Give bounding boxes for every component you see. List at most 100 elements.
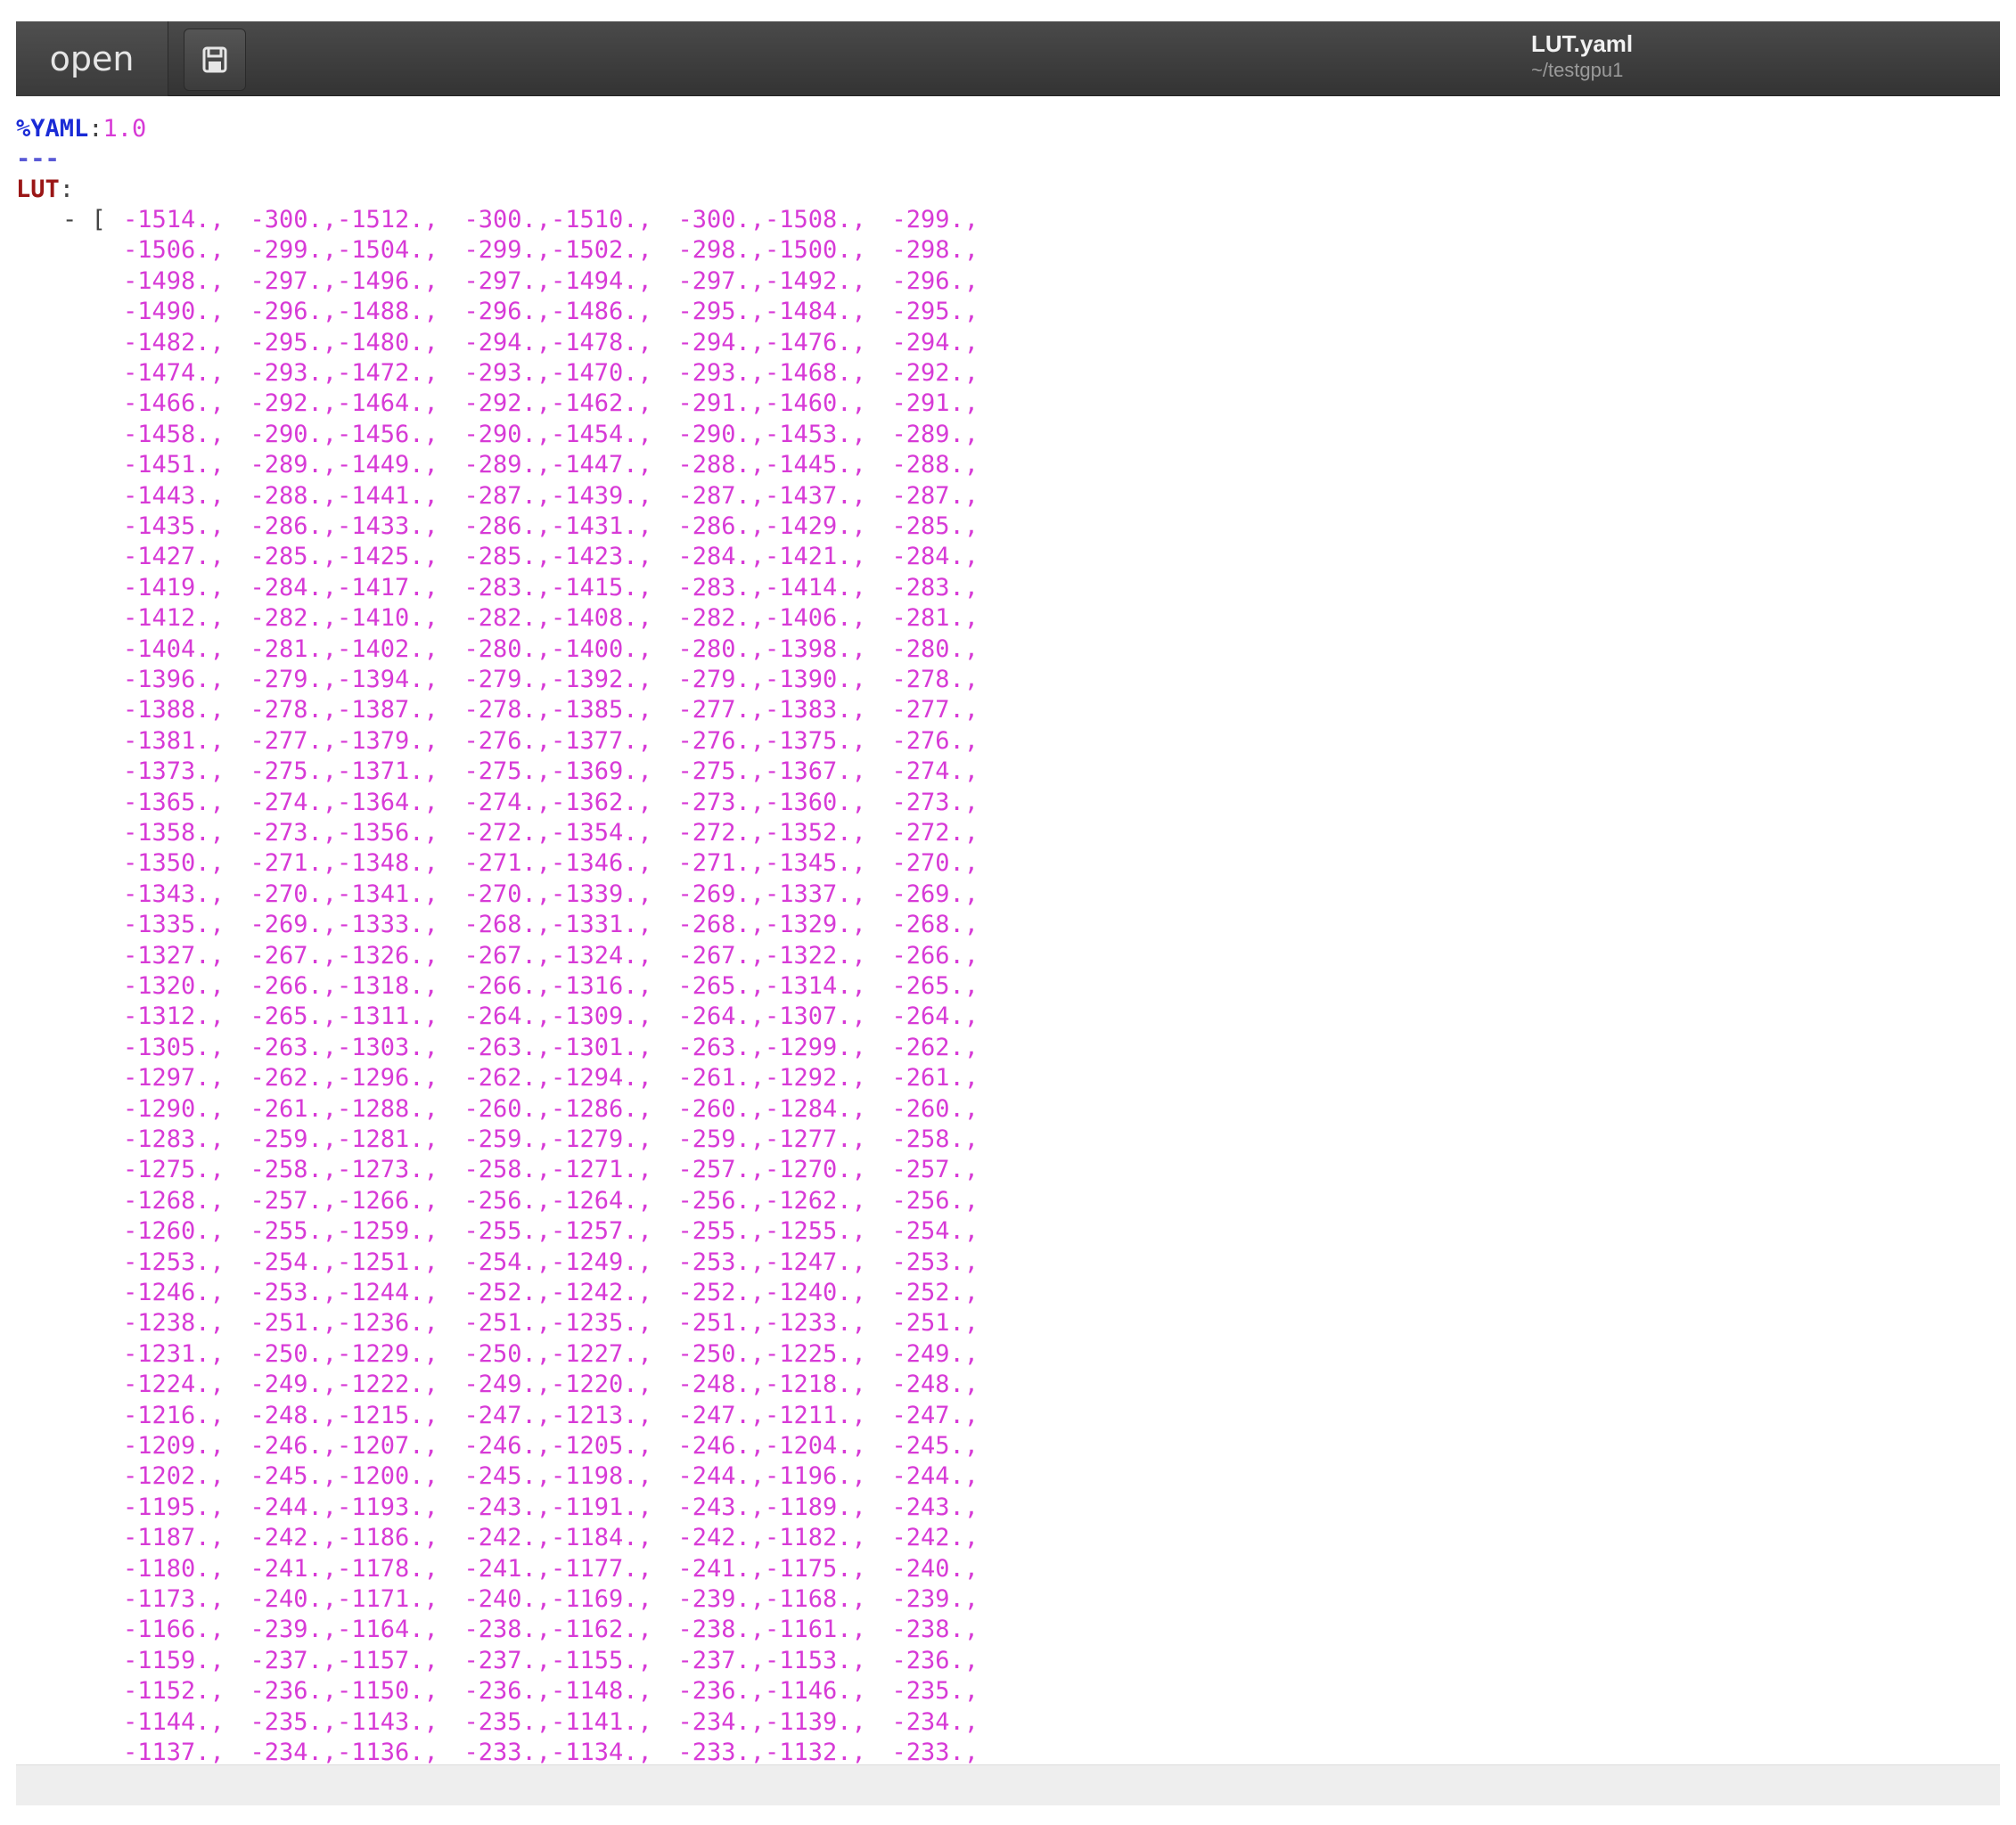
lut-value: -242., xyxy=(250,1524,337,1552)
lut-value: -289., xyxy=(463,451,551,479)
lut-row: -1166., -239.,-1164., -238.,-1162., -238.,-… xyxy=(123,1615,979,1645)
lut-value: -1433., xyxy=(337,512,438,540)
lut-value: -1171., xyxy=(337,1585,438,1613)
lut-value: -1137., xyxy=(123,1739,225,1764)
lut-value: -252., xyxy=(891,1279,979,1306)
lut-value: -1337., xyxy=(765,880,866,908)
lut-value: -1309., xyxy=(551,1003,652,1031)
text-editor[interactable]: %YAML:1.0 --- LUT: - [ -1514., -300.,-151… xyxy=(16,96,2000,1764)
lut-value: -1364., xyxy=(337,788,438,816)
lut-value: -1187., xyxy=(123,1524,225,1552)
lut-value: -277., xyxy=(677,696,765,724)
lut-value: -284., xyxy=(891,543,979,571)
lut-value: -287., xyxy=(463,481,551,510)
lut-value: -279., xyxy=(250,666,337,693)
lut-value: -1496., xyxy=(337,266,438,295)
lut-value: -1204., xyxy=(765,1432,866,1460)
lut-value: -1472., xyxy=(337,359,438,387)
lut-value: -1193., xyxy=(337,1493,438,1521)
lut-value: -1211., xyxy=(765,1401,866,1429)
lut-value: -1352., xyxy=(765,819,866,847)
lut-value: -1164., xyxy=(337,1616,438,1644)
lut-value: -1275., xyxy=(123,1156,225,1184)
lut-row: -1335., -269.,-1333., -268.,-1331., -268.,-… xyxy=(123,910,979,940)
lut-value: -274., xyxy=(891,757,979,786)
lut-value: -1435., xyxy=(123,512,225,540)
lut-value: -290., xyxy=(677,420,765,448)
lut-value: -239., xyxy=(250,1616,337,1644)
lut-value: -1476., xyxy=(765,328,866,356)
lut-value: -279., xyxy=(463,666,551,693)
lut-value: -1262., xyxy=(765,1186,866,1215)
lut-value: -1367., xyxy=(765,757,866,786)
lut-value: -1392., xyxy=(551,666,652,693)
lut-value: -1155., xyxy=(551,1646,652,1674)
lut-value: -299., xyxy=(463,236,551,265)
lut-row: -1358., -273.,-1356., -272.,-1354., -272.,-… xyxy=(123,818,979,848)
lut-value: -235., xyxy=(891,1677,979,1706)
lut-value: -265., xyxy=(891,972,979,1000)
save-button[interactable] xyxy=(184,29,246,91)
lut-value: -1284., xyxy=(765,1094,866,1123)
lut-value: -1153., xyxy=(765,1646,866,1674)
lut-value: -293., xyxy=(463,359,551,387)
lut-value: -1439., xyxy=(551,481,652,510)
lut-value: -1381., xyxy=(123,726,225,755)
lut-value: -1180., xyxy=(123,1554,225,1583)
lut-value: -236., xyxy=(677,1677,765,1706)
lut-value: -258., xyxy=(463,1156,551,1184)
lut-row: -1427., -285.,-1425., -285.,-1423., -284.,-… xyxy=(123,542,979,572)
lut-value: -287., xyxy=(891,481,979,510)
lut-value: -1242., xyxy=(551,1279,652,1306)
lut-value: -1339., xyxy=(551,880,652,908)
lut-value: -236., xyxy=(891,1646,979,1674)
lut-value: -266., xyxy=(463,972,551,1000)
lut-value: -1488., xyxy=(337,298,438,326)
lut-value: -1375., xyxy=(765,726,866,755)
lut-value: -244., xyxy=(250,1493,337,1521)
lut-value: -1484., xyxy=(765,298,866,326)
lut-value: -1301., xyxy=(551,1033,652,1061)
lut-value: -1157., xyxy=(337,1646,438,1674)
lut-value: -284., xyxy=(677,543,765,571)
lut-value: -1268., xyxy=(123,1186,225,1215)
lut-value: -1209., xyxy=(123,1432,225,1460)
lut-value: -295., xyxy=(891,298,979,326)
lut-value: -276., xyxy=(891,726,979,755)
lut-value: -1307., xyxy=(765,1003,866,1031)
lut-value: -1482., xyxy=(123,328,225,356)
lut-value: -1186., xyxy=(337,1524,438,1552)
lut-value: -1320., xyxy=(123,972,225,1000)
lut-value: -295., xyxy=(677,298,765,326)
lut-value: -1453., xyxy=(765,420,866,448)
lut-value: -273., xyxy=(677,788,765,816)
lut-value: -1141., xyxy=(551,1707,652,1736)
lut-row: -1451., -289.,-1449., -289.,-1447., -288.,-… xyxy=(123,450,979,480)
lut-row: -1343., -270.,-1341., -270.,-1339., -269.,-… xyxy=(123,880,979,910)
lut-value: -1270., xyxy=(765,1156,866,1184)
yaml-directive-line: %YAML:1.0 xyxy=(16,114,146,144)
lut-value: -1225., xyxy=(765,1339,866,1368)
lut-value: -294., xyxy=(463,328,551,356)
lut-value: -1508., xyxy=(765,206,866,233)
lut-value: -1178., xyxy=(337,1554,438,1583)
lut-value: -294., xyxy=(677,328,765,356)
lut-value: -246., xyxy=(677,1432,765,1460)
lut-value: -260., xyxy=(677,1094,765,1123)
lut-value: -1244., xyxy=(337,1279,438,1306)
lut-value: -1146., xyxy=(765,1677,866,1706)
lut-value: -243., xyxy=(891,1493,979,1521)
lut-value: -1311., xyxy=(337,1003,438,1031)
editor-window: open LUT.yaml ~/testgpu1 %YAML:1.0 --- L… xyxy=(16,21,2000,1805)
lut-value: -293., xyxy=(250,359,337,387)
lut-value: -295., xyxy=(250,328,337,356)
lut-value: -1390., xyxy=(765,666,866,693)
lut-value: -1297., xyxy=(123,1064,225,1093)
open-button[interactable]: open xyxy=(16,21,168,96)
lut-value: -1425., xyxy=(337,543,438,571)
lut-value: -1247., xyxy=(765,1248,866,1276)
lut-value: -1143., xyxy=(337,1707,438,1736)
lut-value: -265., xyxy=(250,1003,337,1031)
title-bar: open LUT.yaml ~/testgpu1 xyxy=(16,21,2000,96)
lut-row: -1320., -266.,-1318., -266.,-1316., -265.,-… xyxy=(123,971,979,1002)
